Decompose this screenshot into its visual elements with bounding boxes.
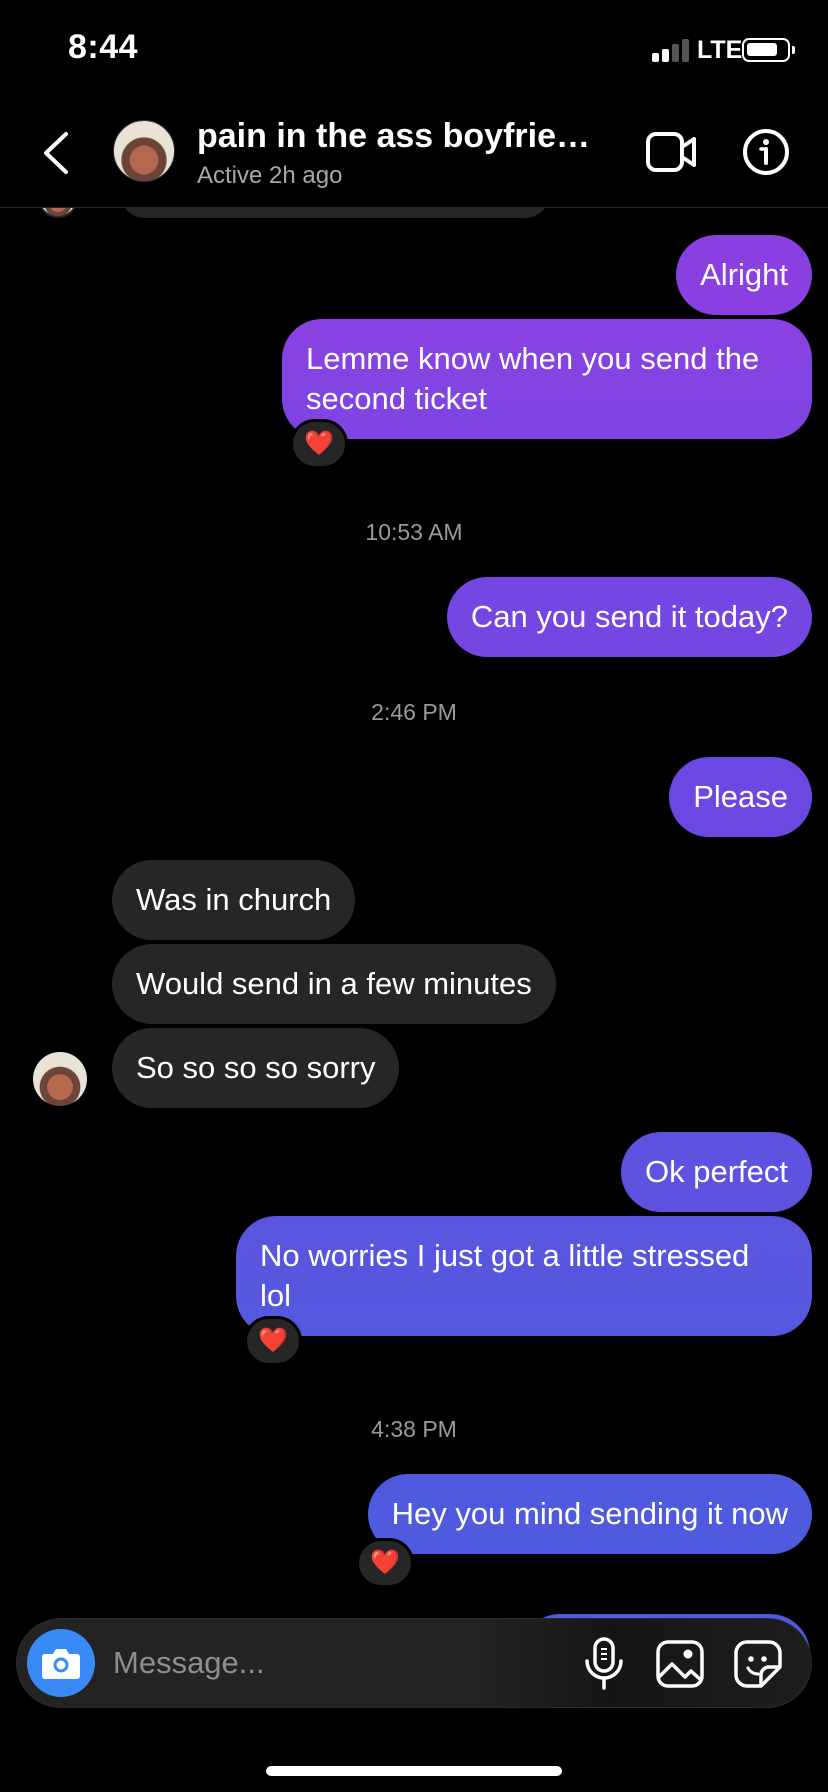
gallery-icon	[656, 1640, 704, 1688]
heart-icon: ❤️	[304, 430, 334, 457]
video-camera-icon	[646, 132, 696, 172]
heart-reaction[interactable]: ❤️	[356, 1538, 414, 1588]
outgoing-message-bubble[interactable]: Alright	[676, 235, 812, 315]
camera-button[interactable]	[27, 1629, 95, 1697]
chat-screen: 8:44 LTE pain in the ass boyfriend... Ac…	[0, 0, 828, 1792]
sticker-button[interactable]	[733, 1639, 783, 1689]
status-bar: 8:44 LTE	[0, 0, 828, 100]
outgoing-message-bubble[interactable]: Hey you mind sending it now	[367, 1474, 812, 1554]
message-input[interactable]	[113, 1639, 493, 1687]
camera-icon	[42, 1649, 80, 1679]
chevron-left-icon	[44, 132, 68, 174]
voice-message-button[interactable]	[579, 1637, 629, 1691]
contact-avatar[interactable]	[33, 1052, 87, 1106]
heart-reaction[interactable]: ❤️	[290, 419, 348, 469]
outgoing-message-bubble[interactable]: Can you send it today?	[446, 577, 812, 657]
outgoing-message-bubble[interactable]: No worries I just got a little stressed …	[236, 1216, 812, 1336]
timestamp: 4:38 PM	[371, 1416, 457, 1442]
message-composer	[16, 1618, 812, 1708]
gallery-button[interactable]	[655, 1639, 705, 1689]
battery-icon	[742, 38, 795, 62]
outgoing-message-bubble[interactable]: Ok perfect	[621, 1132, 812, 1212]
timestamp: 10:53 AM	[365, 519, 463, 545]
heart-reaction[interactable]: ❤️	[244, 1316, 302, 1366]
contact-avatar	[38, 208, 78, 218]
video-call-button[interactable]	[646, 130, 698, 174]
contact-avatar[interactable]	[113, 120, 175, 182]
message-thread[interactable]: Alright Lemme know when you send the sec…	[0, 208, 828, 1618]
info-button[interactable]	[742, 128, 790, 176]
heart-icon: ❤️	[258, 1327, 288, 1354]
outgoing-message-bubble[interactable]: Lemme know when you send the second tick…	[282, 319, 812, 439]
info-icon	[743, 129, 789, 175]
outgoing-message-bubble[interactable]: Please	[669, 757, 812, 837]
signal-strength-icon	[652, 38, 692, 62]
incoming-message-bubble[interactable]: Was in church	[112, 860, 356, 940]
contact-name[interactable]: pain in the ass boyfriend...	[197, 117, 607, 156]
chat-header: pain in the ass boyfriend... Active 2h a…	[0, 100, 828, 208]
status-time: 8:44	[68, 28, 139, 66]
active-status: Active 2h ago	[197, 162, 343, 189]
incoming-message-bubble[interactable]: Would send in a few minutes	[112, 944, 556, 1024]
microphone-icon	[585, 1637, 623, 1690]
heart-icon: ❤️	[370, 1549, 400, 1576]
network-type: LTE	[697, 36, 743, 64]
incoming-message-bubble[interactable]: So so so so sorry	[112, 1028, 400, 1108]
timestamp: 2:46 PM	[371, 699, 457, 725]
home-indicator[interactable]	[266, 1766, 562, 1776]
incoming-message-bubble	[120, 208, 550, 218]
sticker-icon	[734, 1640, 782, 1688]
back-button[interactable]	[36, 128, 76, 178]
